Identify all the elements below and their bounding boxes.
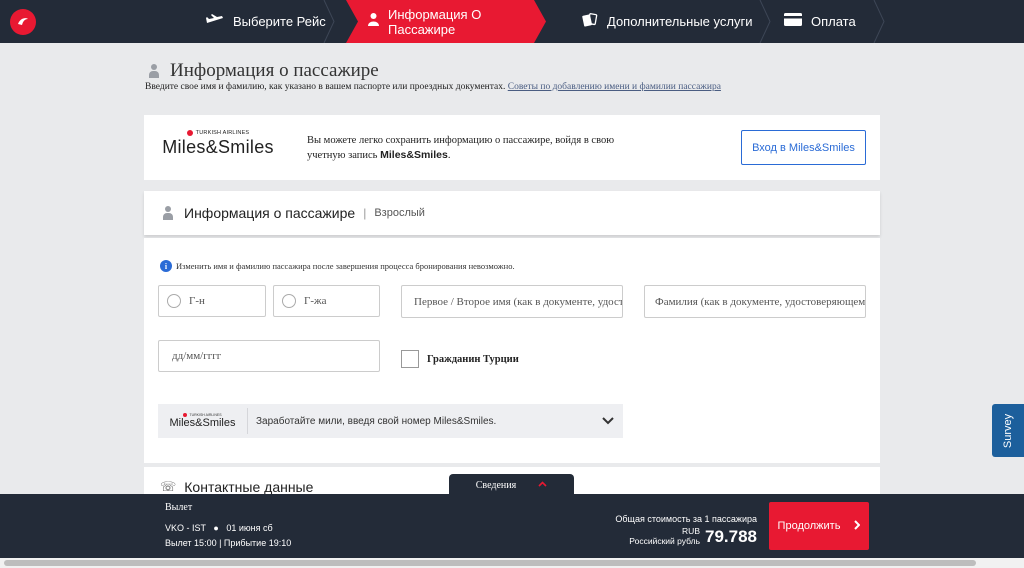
miles-smiles-number-dropdown[interactable]: TURKISH AIRLINES Miles&Smiles Заработайт… xyxy=(158,404,623,438)
date-text: 01 июня сб xyxy=(226,523,273,533)
radio-circle[interactable] xyxy=(282,294,296,308)
step-payment[interactable]: Оплата xyxy=(784,0,856,43)
name-change-notice: i Изменить имя и фамилию пассажира после… xyxy=(160,260,515,272)
step-label: Оплата xyxy=(811,14,856,29)
first-name-placeholder: Первое / Второе имя (как в документе, уд… xyxy=(414,295,623,308)
miles-smiles-logo: TURKISH AIRLINES Miles&Smiles xyxy=(158,130,278,158)
birth-date-placeholder: дд/мм/гггг xyxy=(172,350,222,362)
step-separator xyxy=(322,0,336,43)
title-ms-label: Г-жа xyxy=(304,295,327,307)
booking-summary-bar: Вылет VKO - IST ● 01 июня сб Вылет 15:00… xyxy=(0,494,1024,558)
details-label: Сведения xyxy=(475,479,517,491)
continue-button[interactable]: Продолжить xyxy=(769,502,869,550)
total-price-label: Общая стоимость за 1 пассажира xyxy=(615,514,757,524)
title-mr-label: Г-н xyxy=(189,295,205,307)
turkish-airlines-logo-icon xyxy=(186,130,193,136)
airline-logo[interactable] xyxy=(0,0,45,43)
top-nav: Выберите Рейс Информация О Пассажире Доп… xyxy=(0,0,1024,43)
chevron-down-icon[interactable] xyxy=(597,410,619,432)
step-passenger-info[interactable]: Информация О Пассажире xyxy=(346,0,546,43)
miles-smiles-login-button[interactable]: Вход в Miles&Smiles xyxy=(741,130,866,165)
ms-earn-brand: Miles&Smiles xyxy=(169,417,236,429)
last-name-input[interactable]: Фамилия (как в документе, удостоверяющем… xyxy=(644,285,866,318)
ms-card-text-suffix: . xyxy=(447,150,451,161)
price-block: Общая стоимость за 1 пассажира RUB Росси… xyxy=(615,514,757,546)
page-subtitle: Введите свое имя и фамилию, как указано … xyxy=(145,82,721,92)
notice-text: Изменить имя и фамилию пассажира после з… xyxy=(176,261,515,271)
price-row: RUB Российский рубль 79.788 xyxy=(615,526,757,546)
extras-icon xyxy=(582,12,598,31)
currency: RUB Российский рубль xyxy=(629,526,700,546)
passenger-type: Взрослый xyxy=(374,207,425,219)
step-select-flight[interactable]: Выберите Рейс xyxy=(206,0,326,43)
plane-icon xyxy=(206,13,224,30)
page-title: Информация о пассажире xyxy=(148,60,379,82)
person-icon xyxy=(368,13,379,30)
contact-title: Контактные данные xyxy=(184,479,314,495)
turkish-citizen-checkbox[interactable] xyxy=(401,350,419,368)
scrollbar-thumb[interactable] xyxy=(4,560,976,566)
last-name-placeholder: Фамилия (как в документе, удостоверяющем… xyxy=(655,295,866,308)
card-icon xyxy=(784,13,802,30)
passenger-form: i Изменить имя и фамилию пассажира после… xyxy=(144,238,880,463)
radio-circle[interactable] xyxy=(167,294,181,308)
page-title-text: Информация о пассажире xyxy=(170,60,379,81)
bullet: ● xyxy=(213,523,219,533)
turkish-citizen-label: Гражданин Турции xyxy=(427,353,519,365)
person-icon xyxy=(148,64,160,78)
phone-icon: ☏ xyxy=(160,479,177,495)
name-tips-link[interactable]: Советы по добавлению имени и фамилии пас… xyxy=(508,82,721,92)
horizontal-scrollbar[interactable] xyxy=(0,558,1024,568)
turkish-citizen-option[interactable]: Гражданин Турции xyxy=(401,350,519,368)
currency-code: RUB xyxy=(682,526,700,536)
miles-smiles-card: TURKISH AIRLINES Miles&Smiles Вы можете … xyxy=(144,115,880,180)
birth-date-input[interactable]: дд/мм/гггг xyxy=(158,340,380,372)
passenger-section-header: Информация о пассажире | Взрослый xyxy=(144,191,880,235)
passenger-section-title: Информация о пассажире xyxy=(184,205,356,221)
price-amount: 79.788 xyxy=(705,527,757,546)
miles-smiles-logo: TURKISH AIRLINES Miles&Smiles xyxy=(158,408,248,434)
divider: | xyxy=(363,206,367,220)
title-ms-radio[interactable]: Г-жа xyxy=(273,285,380,317)
first-name-input[interactable]: Первое / Второе имя (как в документе, уд… xyxy=(401,285,623,318)
details-toggle-tab[interactable]: Сведения xyxy=(449,474,574,496)
chevron-right-icon xyxy=(854,519,861,533)
step-separator xyxy=(872,0,886,43)
info-icon: i xyxy=(160,260,172,272)
survey-tab[interactable]: Survey xyxy=(992,404,1024,457)
title-mr-radio[interactable]: Г-н xyxy=(158,285,266,317)
step-extras[interactable]: Дополнительные услуги xyxy=(582,0,752,43)
step-label: Выберите Рейс xyxy=(233,14,326,29)
ms-airline: TURKISH AIRLINES xyxy=(195,130,250,136)
contact-section-header: ☏ Контактные данные xyxy=(160,479,313,495)
survey-label: Survey xyxy=(1002,413,1014,448)
turkish-airlines-logo-icon xyxy=(9,8,36,35)
route-text: VKO - IST xyxy=(165,523,206,533)
ms-card-text-brand: Miles&Smiles xyxy=(380,149,448,161)
ms-card-text-prefix: Вы можете легко сохранить информацию о п… xyxy=(307,135,615,161)
departure-route: VKO - IST ● 01 июня сб xyxy=(165,523,273,533)
step-label: Информация О Пассажире xyxy=(388,6,482,37)
ms-earn-text: Заработайте мили, введя свой номер Miles… xyxy=(256,415,497,427)
chevron-up-icon xyxy=(538,480,547,490)
page-subtitle-text: Введите свое имя и фамилию, как указано … xyxy=(145,82,506,92)
departure-title: Вылет xyxy=(165,502,193,513)
ms-card-text: Вы можете легко сохранить информацию о п… xyxy=(307,133,617,163)
step-label: Дополнительные услуги xyxy=(607,14,753,29)
currency-name: Российский рубль xyxy=(629,536,700,546)
person-icon xyxy=(162,206,174,220)
ms-brand: Miles&Smiles xyxy=(162,137,274,157)
continue-label: Продолжить xyxy=(777,520,841,532)
step-separator xyxy=(758,0,772,43)
departure-times: Вылет 15:00 | Прибытие 19:10 xyxy=(165,538,292,548)
